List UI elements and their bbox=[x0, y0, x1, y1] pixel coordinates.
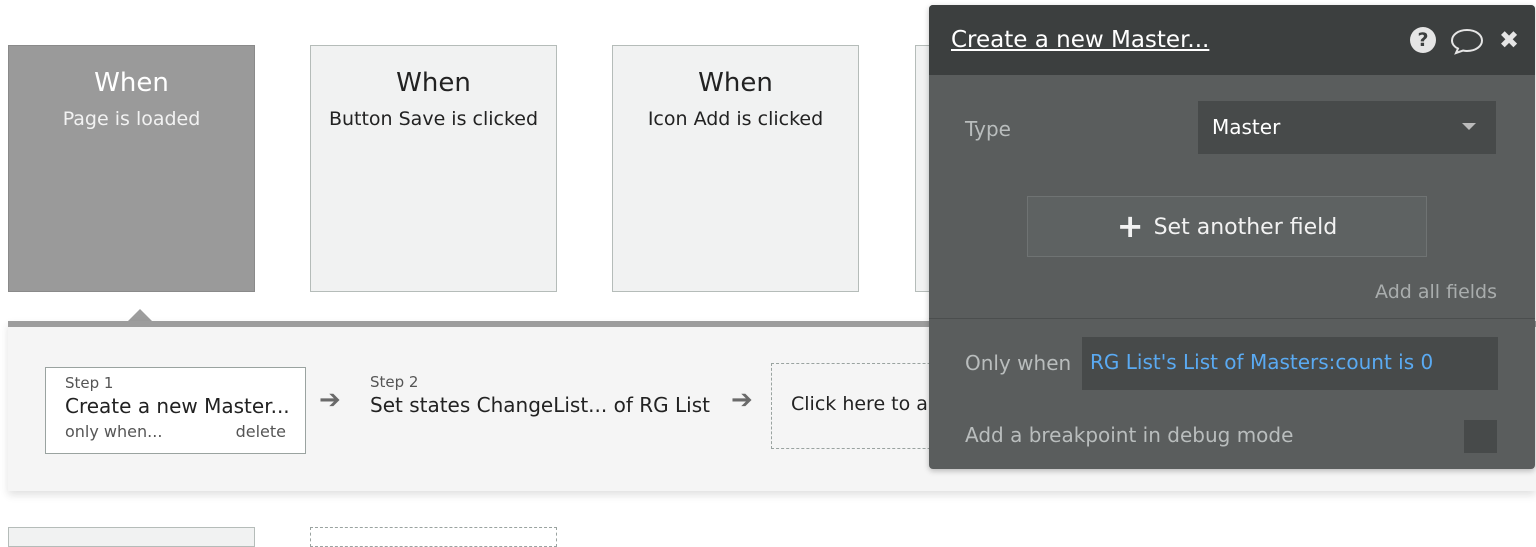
action-property-editor: Create a new Master... ? ✖ Type Master +… bbox=[929, 5, 1535, 469]
only-when-label: Only when bbox=[965, 351, 1072, 375]
step-title: Create a new Master... bbox=[65, 394, 290, 418]
panel-title[interactable]: Create a new Master... bbox=[951, 27, 1209, 53]
close-icon[interactable]: ✖ bbox=[1499, 27, 1519, 53]
comment-icon[interactable] bbox=[1450, 27, 1484, 60]
breakpoint-label: Add a breakpoint in debug mode bbox=[965, 423, 1294, 447]
only-when-condition-input[interactable]: RG List's List of Masters:count is 0 bbox=[1082, 337, 1498, 390]
delete-step-link[interactable]: delete bbox=[236, 422, 286, 441]
workflow-step-1[interactable]: Step 1 Create a new Master... only when.… bbox=[45, 367, 306, 454]
event-when-label: When bbox=[698, 68, 773, 98]
arrow-right-icon: ➔ bbox=[731, 385, 753, 415]
type-value: Master bbox=[1212, 115, 1281, 139]
help-icon[interactable]: ? bbox=[1410, 27, 1436, 53]
type-label: Type bbox=[965, 117, 1011, 141]
add-all-fields-link[interactable]: Add all fields bbox=[1375, 281, 1497, 303]
step-title: Set states ChangeList... of RG List bbox=[370, 393, 710, 417]
event-when-label: When bbox=[396, 68, 471, 98]
event-description: Page is loaded bbox=[62, 108, 201, 130]
only-when-link[interactable]: only when... bbox=[65, 422, 162, 441]
panel-header: Create a new Master... ? ✖ bbox=[929, 5, 1535, 75]
event-description: Button Save is clicked bbox=[328, 108, 539, 130]
event-description: Icon Add is clicked bbox=[647, 108, 824, 130]
type-dropdown[interactable]: Master bbox=[1198, 101, 1496, 154]
event-card-button-save[interactable]: When Button Save is clicked bbox=[310, 45, 557, 292]
add-event-placeholder[interactable] bbox=[310, 527, 557, 547]
step-number: Step 2 bbox=[370, 373, 419, 391]
event-card-next-row[interactable] bbox=[8, 527, 255, 547]
plus-icon: + bbox=[1116, 207, 1144, 245]
event-card-icon-add[interactable]: When Icon Add is clicked bbox=[612, 45, 859, 292]
arrow-right-icon: ➔ bbox=[319, 385, 341, 415]
divider bbox=[929, 318, 1535, 319]
set-another-field-button[interactable]: + Set another field bbox=[1027, 196, 1427, 257]
event-when-label: When bbox=[94, 68, 169, 98]
step-number: Step 1 bbox=[65, 374, 114, 392]
chevron-down-icon bbox=[1462, 123, 1476, 130]
workflow-step-2[interactable]: Step 2 Set states ChangeList... of RG Li… bbox=[370, 373, 710, 417]
set-field-label: Set another field bbox=[1153, 215, 1338, 240]
breakpoint-checkbox[interactable] bbox=[1464, 420, 1497, 453]
event-card-page-loaded[interactable]: When Page is loaded bbox=[8, 45, 255, 292]
